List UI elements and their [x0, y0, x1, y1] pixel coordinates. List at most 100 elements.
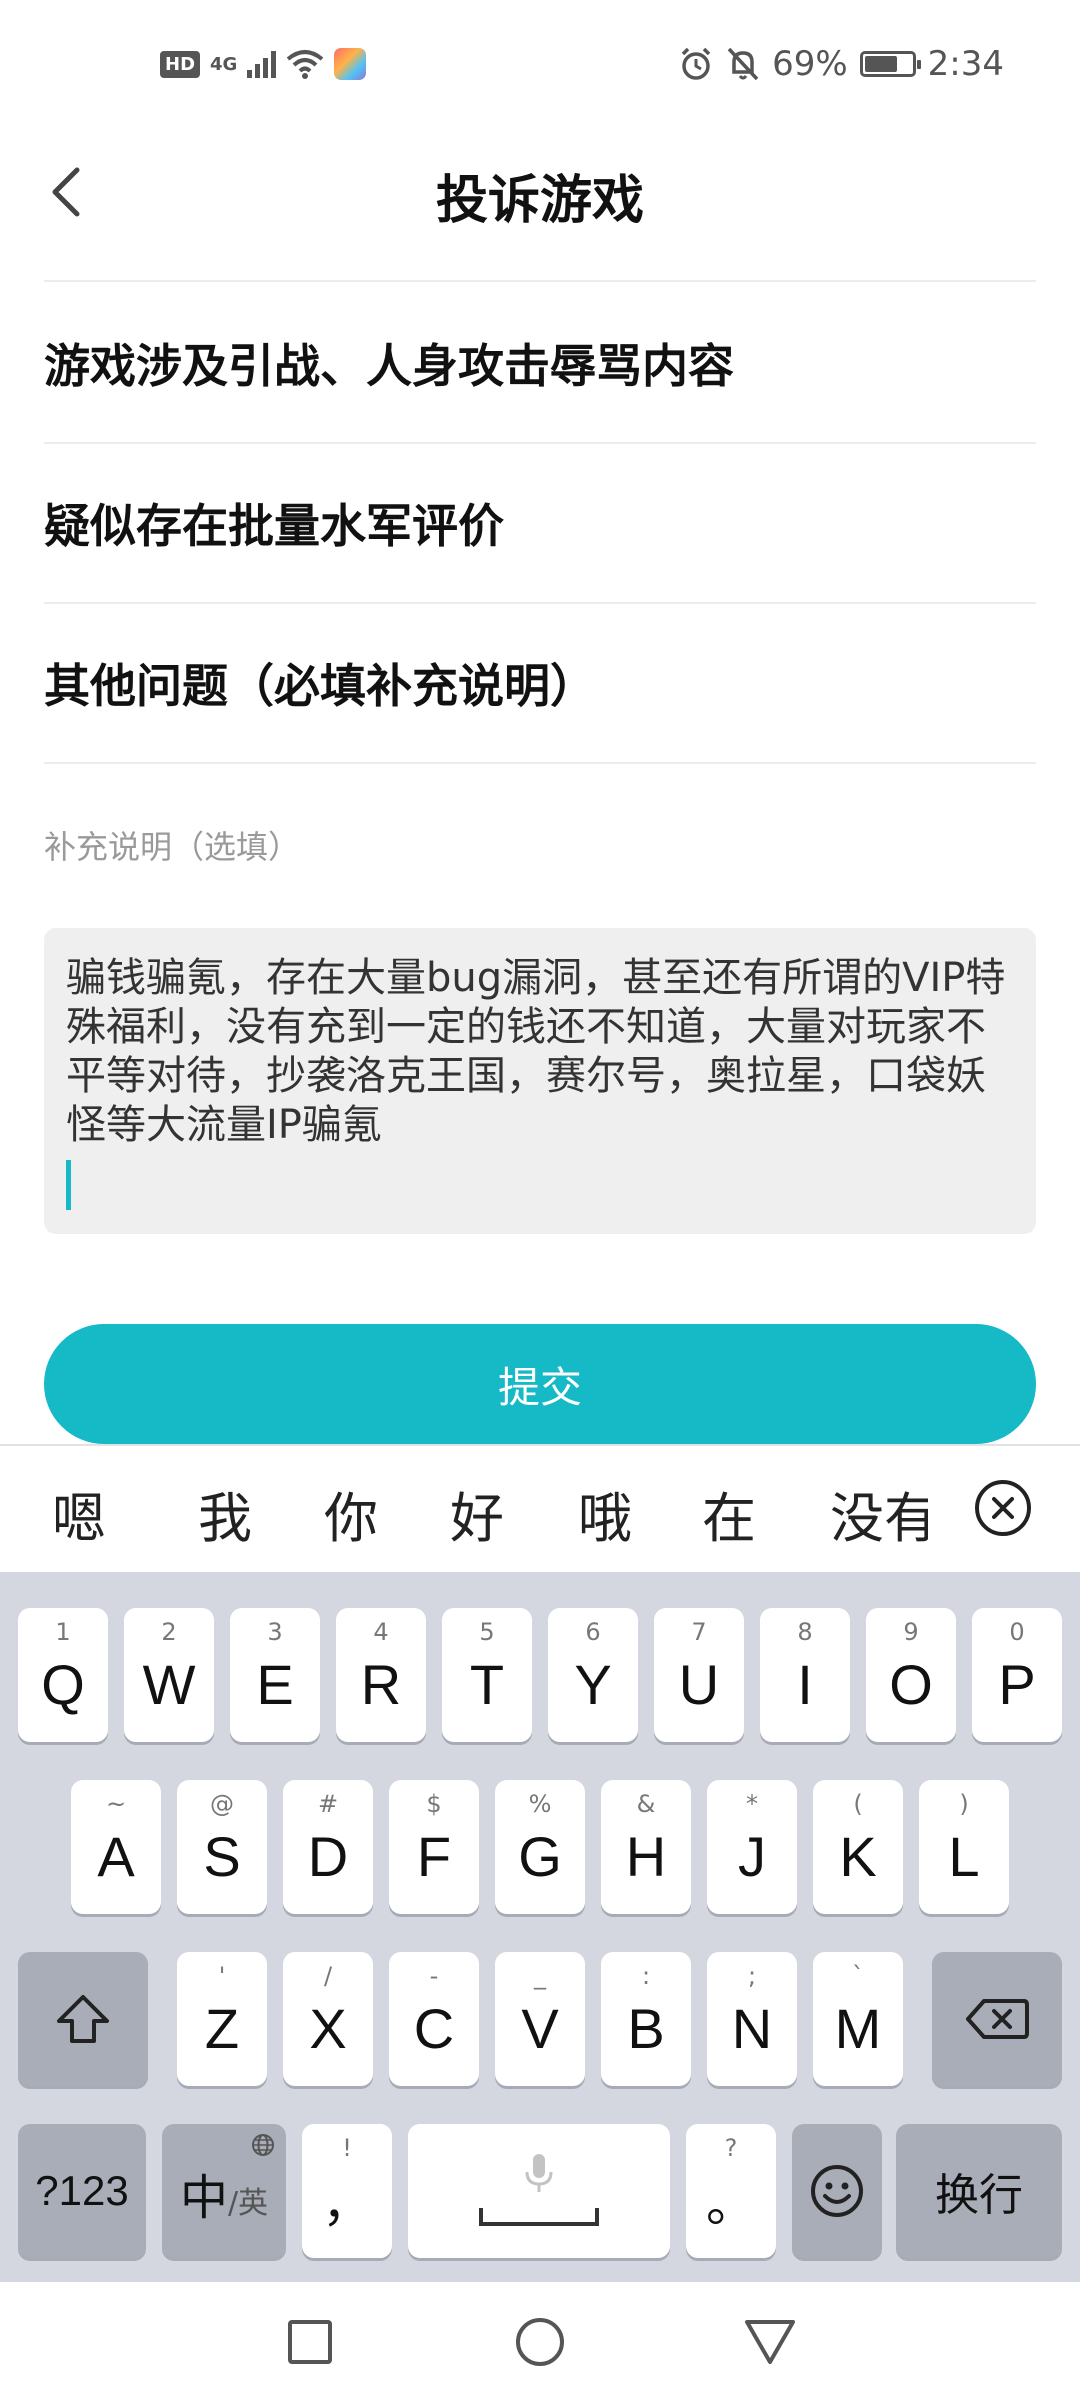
emoji-key[interactable]	[792, 2124, 882, 2258]
key-i[interactable]: 8I	[760, 1608, 850, 1742]
key-l[interactable]: ) L	[919, 1780, 1009, 1914]
status-left: HD 4G	[160, 48, 367, 80]
page-title: 投诉游戏	[435, 171, 644, 231]
key-hint: 7	[691, 1618, 707, 1646]
key-h[interactable]: & H	[601, 1780, 691, 1914]
shift-icon	[57, 1995, 109, 2043]
candidate-item[interactable]: 嗯	[52, 1474, 106, 1553]
reason-option-other[interactable]: 其他问题（必填补充说明）	[44, 604, 1036, 762]
comma-key[interactable]: ! ，	[302, 2124, 392, 2258]
key-label: S	[203, 1824, 241, 1888]
key-k[interactable]: (K	[813, 1780, 903, 1914]
home-button[interactable]	[510, 2312, 570, 2372]
key-c[interactable]: -C	[389, 1952, 479, 2086]
key-hint: $	[426, 1790, 442, 1818]
header: 投诉游戏	[0, 130, 1080, 280]
key-hint: %	[528, 1790, 552, 1818]
triangle-back-icon	[745, 2320, 795, 2364]
key-label: 换行	[935, 2171, 1023, 2220]
key-hint: #	[317, 1790, 339, 1818]
key-label: X	[309, 1996, 347, 2060]
key-label: ?123	[35, 2167, 129, 2214]
key-u[interactable]: 7U	[654, 1608, 744, 1742]
reason-option-attack[interactable]: 游戏涉及引战、人身攻击辱骂内容	[44, 284, 1036, 442]
key-label: B	[627, 1996, 665, 2060]
key-w[interactable]: 2W	[124, 1608, 214, 1742]
key-v[interactable]: _ V	[495, 1952, 585, 2086]
backspace-key[interactable]	[932, 1952, 1062, 2086]
key-hint: !	[342, 2134, 352, 2162]
key-label: N	[731, 1996, 773, 2060]
key-hint: 2	[161, 1618, 177, 1646]
key-f[interactable]: $ F	[389, 1780, 479, 1914]
candidate-item[interactable]: 没有	[830, 1474, 928, 1553]
period-key[interactable]: ? 。	[686, 2124, 776, 2258]
key-label: A	[97, 1824, 135, 1888]
text-caret	[66, 1160, 71, 1210]
status-right: 69% 2:34	[678, 44, 1004, 84]
key-hint: ~	[105, 1790, 127, 1818]
key-p[interactable]: 0P	[972, 1608, 1062, 1742]
key-a[interactable]: ~ A	[71, 1780, 161, 1914]
bell-off-icon	[727, 47, 759, 81]
key-hint: 9	[903, 1618, 919, 1646]
enter-key[interactable]: 换行	[896, 2124, 1062, 2258]
shift-key[interactable]	[18, 1952, 148, 2086]
back-nav-button[interactable]	[740, 2312, 800, 2372]
candidate-item[interactable]: 你	[324, 1474, 378, 1553]
key-r[interactable]: 4R	[336, 1608, 426, 1742]
key-n[interactable]: ; N	[707, 1952, 797, 2086]
hd-badge: HD	[160, 50, 201, 78]
key-label: C	[413, 1996, 455, 2060]
candidate-item[interactable]: 我	[198, 1474, 252, 1553]
key-label: G	[518, 1824, 562, 1888]
key-hint: -	[429, 1962, 439, 1990]
numbers-key[interactable]: ?123	[18, 2124, 146, 2258]
globe-icon	[252, 2134, 274, 2156]
key-hint: *	[746, 1790, 758, 1818]
key-label: M	[834, 1996, 882, 2060]
key-q[interactable]: 1Q	[18, 1608, 108, 1742]
ime-candidate-bar: 嗯 我 你 好 哦 在 没有	[0, 1444, 1080, 1572]
submit-button[interactable]: 提交	[44, 1324, 1036, 1444]
language-key[interactable]: 中 /英	[162, 2124, 286, 2258]
key-hint: &	[636, 1790, 656, 1818]
key-b[interactable]: :B	[601, 1952, 691, 2086]
battery-icon	[859, 51, 921, 77]
key-e[interactable]: 3E	[230, 1608, 320, 1742]
key-j[interactable]: * J	[707, 1780, 797, 1914]
close-circle-icon[interactable]	[975, 1480, 1031, 1536]
key-t[interactable]: 5T	[442, 1608, 532, 1742]
candidate-item[interactable]: 好	[450, 1474, 504, 1553]
close-icon	[992, 1497, 1014, 1519]
key-hint: @	[210, 1790, 234, 1818]
reason-option-fake-reviews[interactable]: 疑似存在批量水军评价	[44, 444, 1036, 602]
key-y[interactable]: 6Y	[548, 1608, 638, 1742]
key-hint: `	[852, 1962, 864, 1990]
key-label: H	[625, 1824, 667, 1888]
key-label: J	[738, 1824, 766, 1888]
key-label: ，	[322, 2176, 372, 2232]
circle-icon	[516, 2318, 564, 2366]
key-label: K	[839, 1824, 877, 1888]
key-s[interactable]: @ S	[177, 1780, 267, 1914]
key-hint: 3	[267, 1618, 283, 1646]
key-hint: ?	[724, 2134, 738, 2162]
note-textarea[interactable]: 骗钱骗氪，存在大量bug漏洞，甚至还有所谓的VIP特殊福利，没有充到一定的钱还不…	[44, 928, 1036, 1234]
clock: 2:34	[927, 44, 1004, 84]
candidate-item[interactable]: 在	[702, 1474, 756, 1553]
key-x[interactable]: / X	[283, 1952, 373, 2086]
key-hint: '	[218, 1962, 226, 1990]
key-g[interactable]: % G	[495, 1780, 585, 1914]
space-key[interactable]	[408, 2124, 670, 2258]
key-label: 。	[706, 2176, 756, 2232]
battery-percent: 69%	[772, 44, 848, 84]
key-d[interactable]: # D	[283, 1780, 373, 1914]
keyboard: 1Q 2W 3E 4R 5T 6Y 7U 8I 9O 0P ~ A @ S # D $…	[0, 1572, 1080, 2282]
complaint-screen: HD 4G 69% 2:34 投诉游戏 游戏涉及引战、人身攻击辱骂内容 疑似存在…	[0, 0, 1080, 2400]
candidate-item[interactable]: 哦	[578, 1474, 632, 1553]
key-o[interactable]: 9O	[866, 1608, 956, 1742]
key-z[interactable]: ' Z	[177, 1952, 267, 2086]
key-m[interactable]: ` M	[813, 1952, 903, 2086]
recents-button[interactable]	[280, 2312, 340, 2372]
